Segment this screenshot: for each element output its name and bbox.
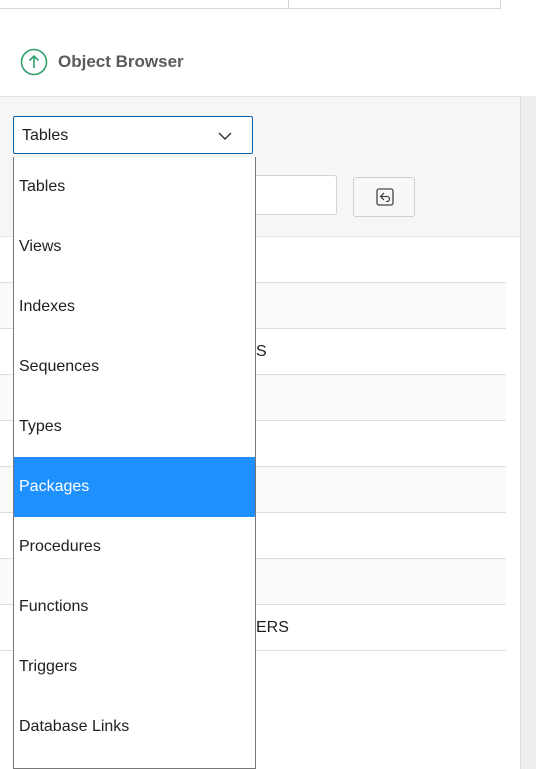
- dropdown-option-functions[interactable]: Functions: [14, 577, 255, 637]
- region-header: Object Browser: [0, 26, 536, 96]
- dropdown-option-types[interactable]: Types: [14, 397, 255, 457]
- reset-button[interactable]: [353, 177, 415, 217]
- object-type-select[interactable]: Tables: [13, 116, 253, 154]
- dropdown-option-views[interactable]: Views: [14, 217, 255, 277]
- object-type-dropdown: Tables Views Indexes Sequences Types Packages…: [13, 157, 256, 769]
- reset-icon: [376, 188, 394, 206]
- dropdown-option-procedures[interactable]: Procedures: [14, 517, 255, 577]
- table-cell: ERS: [256, 619, 289, 636]
- dropdown-option-packages[interactable]: Packages: [14, 457, 255, 517]
- chevron-down-icon: [218, 129, 232, 143]
- top-table-strip: [0, 0, 501, 9]
- top-table-divider: [288, 0, 289, 8]
- dropdown-option-database-links[interactable]: Database Links: [14, 697, 255, 757]
- dropdown-option-sequences[interactable]: Sequences: [14, 337, 255, 397]
- up-arrow-circle-icon[interactable]: [19, 47, 49, 77]
- dropdown-option-triggers[interactable]: Triggers: [14, 637, 255, 697]
- scrollbar[interactable]: [520, 96, 536, 769]
- dropdown-option-indexes[interactable]: Indexes: [14, 277, 255, 337]
- page-title: Object Browser: [58, 52, 184, 71]
- table-cell: S: [256, 343, 267, 360]
- object-type-select-value: Tables: [22, 127, 69, 144]
- dropdown-option-tables[interactable]: Tables: [14, 157, 255, 217]
